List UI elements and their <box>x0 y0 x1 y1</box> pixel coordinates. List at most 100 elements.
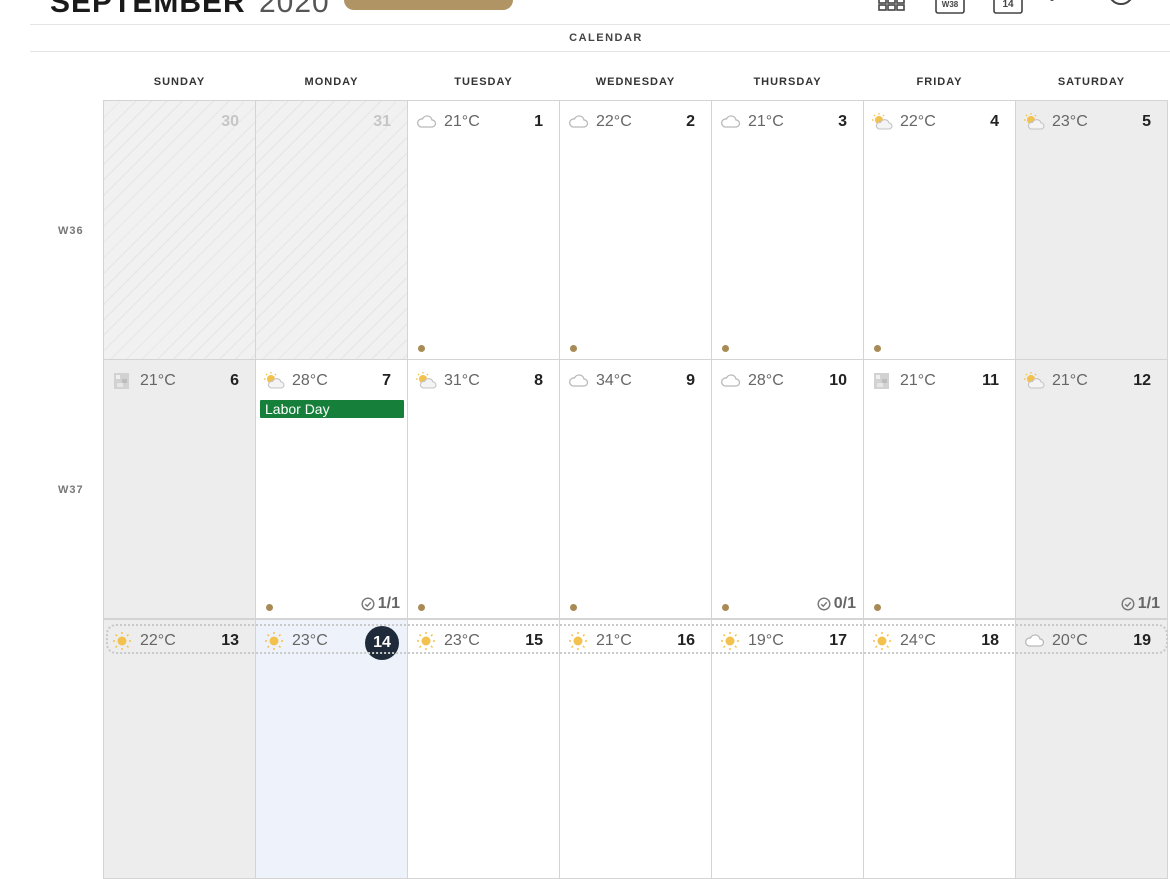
task-progress[interactable]: 1/1 <box>1121 595 1160 613</box>
temperature: 23°C <box>1052 113 1088 130</box>
week-view-icon[interactable]: W38 <box>934 0 966 21</box>
cloud-icon <box>719 371 741 391</box>
event-indicator-dot <box>418 604 425 611</box>
week-number-w36[interactable]: W36 <box>58 225 84 237</box>
chevron-down-circle-icon[interactable] <box>1106 0 1136 19</box>
temperature: 28°C <box>748 372 784 389</box>
day-number[interactable]: 7 <box>382 372 391 390</box>
day-cell[interactable]: 20°C 19 <box>1015 619 1168 879</box>
event-indicator-dot <box>570 345 577 352</box>
list-view-icon[interactable] <box>1048 0 1080 19</box>
day-number[interactable]: 4 <box>990 113 999 131</box>
day-number[interactable]: 12 <box>1133 372 1151 390</box>
title-divider <box>30 51 1170 52</box>
day-cell[interactable]: 22°C 4 <box>863 100 1016 360</box>
event-indicator-dot <box>722 604 729 611</box>
temperature: 21°C <box>1052 372 1088 389</box>
weekday-thursday: THURSDAY <box>753 76 822 88</box>
event-indicator-dot <box>722 345 729 352</box>
day-cell[interactable]: 21°C 1 <box>407 100 560 360</box>
day-number[interactable]: 9 <box>686 372 695 390</box>
day-number[interactable]: 11 <box>982 372 999 390</box>
day-number[interactable]: 6 <box>230 372 239 390</box>
weekday-monday: MONDAY <box>304 76 359 88</box>
task-progress-label: 0/1 <box>833 595 856 612</box>
task-progress[interactable]: 0/1 <box>817 595 856 613</box>
week-number-w37[interactable]: W37 <box>58 484 84 496</box>
check-circle-icon <box>361 597 375 611</box>
day-cell[interactable]: 28°C 7 Labor Day 1/1 <box>255 359 408 619</box>
current-month-badge[interactable]: CURRENT MONTH <box>344 0 513 10</box>
task-progress-label: 1/1 <box>1137 595 1160 612</box>
temperature: 31°C <box>444 372 480 389</box>
task-progress[interactable]: 1/1 <box>361 595 400 613</box>
year-title: 2020 <box>259 0 330 19</box>
fog-icon <box>111 371 133 391</box>
temperature: 22°C <box>900 113 936 130</box>
partly-sunny-icon <box>263 371 285 391</box>
day-number[interactable]: 31 <box>373 113 391 131</box>
month-title: SEPTEMBER <box>50 0 246 19</box>
temperature: 34°C <box>596 372 632 389</box>
temperature: 21°C <box>140 372 176 389</box>
week-view-label: W38 <box>942 0 959 9</box>
event-chip[interactable]: Labor Day <box>260 400 404 418</box>
check-circle-icon <box>1121 597 1135 611</box>
check-circle-icon <box>817 597 831 611</box>
task-progress-label: 1/1 <box>377 595 400 612</box>
day-number[interactable]: 5 <box>1142 113 1151 131</box>
temperature: 22°C <box>596 113 632 130</box>
day-cell[interactable]: 24°C 18 <box>863 619 1016 879</box>
temperature: 21°C <box>900 372 936 389</box>
partly-sunny-icon <box>871 112 893 132</box>
day-cell[interactable]: 22°C 2 <box>559 100 712 360</box>
event-indicator-dot <box>418 345 425 352</box>
day-number[interactable]: 1 <box>534 113 543 131</box>
calendar-title: CALENDAR <box>569 32 643 44</box>
event-indicator-dot <box>266 604 273 611</box>
partly-sunny-icon <box>415 371 437 391</box>
cloud-icon <box>415 112 437 132</box>
day-cell[interactable]: 21°C 11 <box>863 359 1016 619</box>
day-cell[interactable]: 19°C 17 <box>711 619 864 879</box>
event-indicator-dot <box>874 604 881 611</box>
day-cell[interactable]: 21°C 12 1/1 <box>1015 359 1168 619</box>
day-number[interactable]: 8 <box>534 372 543 390</box>
cloud-icon <box>567 371 589 391</box>
header-divider <box>30 24 1170 25</box>
day-cell[interactable]: 23°C 5 <box>1015 100 1168 360</box>
event-indicator-dot <box>570 604 577 611</box>
day-view-icon[interactable]: 14 <box>992 0 1024 21</box>
weekday-friday: FRIDAY <box>916 76 963 88</box>
weekday-tuesday: TUESDAY <box>454 76 513 88</box>
day-number[interactable]: 10 <box>829 372 847 390</box>
day-cell[interactable]: 21°C 3 <box>711 100 864 360</box>
day-number[interactable]: 3 <box>838 113 847 131</box>
selected-week-outline <box>106 624 1168 654</box>
weekday-saturday: SATURDAY <box>1057 76 1126 88</box>
day-cell[interactable]: 22°C 13 <box>103 619 256 879</box>
event-indicator-dot <box>874 345 881 352</box>
day-number[interactable]: 2 <box>686 113 695 131</box>
day-number[interactable]: 30 <box>221 113 239 131</box>
temperature: 28°C <box>292 372 328 389</box>
cloud-icon <box>719 112 741 132</box>
day-cell[interactable]: 31 <box>255 100 408 360</box>
temperature: 21°C <box>444 113 480 130</box>
cloud-icon <box>567 112 589 132</box>
day-cell[interactable]: 30 <box>103 100 256 360</box>
day-cell[interactable]: 23°C 14 <box>255 619 408 879</box>
calendar-header: SEPTEMBER 2020 CURRENT MONTH W38 14 <box>0 0 1170 24</box>
day-cell[interactable]: 31°C 8 <box>407 359 560 619</box>
fog-icon <box>871 371 893 391</box>
day-cell[interactable]: 23°C 15 <box>407 619 560 879</box>
weekday-wednesday: WEDNESDAY <box>595 76 676 88</box>
day-cell[interactable]: 34°C 9 <box>559 359 712 619</box>
day-view-label: 14 <box>1002 0 1014 10</box>
weekday-sunday: SUNDAY <box>153 76 206 88</box>
day-cell[interactable]: 21°C 16 <box>559 619 712 879</box>
day-cell[interactable]: 28°C 10 0/1 <box>711 359 864 619</box>
day-cell[interactable]: 21°C 6 <box>103 359 256 619</box>
month-view-icon[interactable] <box>876 0 908 19</box>
partly-sunny-icon <box>1023 112 1045 132</box>
